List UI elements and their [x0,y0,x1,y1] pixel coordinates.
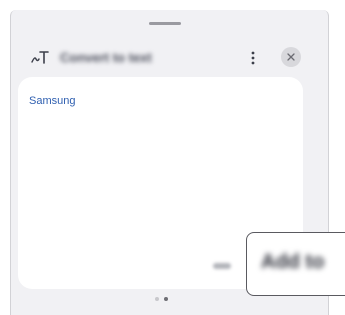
page-dot-2 [164,297,168,301]
add-to-button[interactable]: Add to [246,232,345,296]
page-dot-1 [155,297,159,301]
page-indicator [155,296,175,302]
handwriting-to-text-icon [30,49,50,65]
more-vertical-icon [251,51,255,65]
add-to-button-label: Add to [261,251,325,273]
recognized-text[interactable]: Samsung [29,95,75,107]
drag-handle[interactable] [149,22,181,25]
sheet-title: Convert to text [60,50,152,65]
close-button[interactable] [281,47,301,67]
blurred-option[interactable] [213,263,231,269]
more-options-button[interactable] [245,47,261,69]
close-icon [287,53,295,61]
